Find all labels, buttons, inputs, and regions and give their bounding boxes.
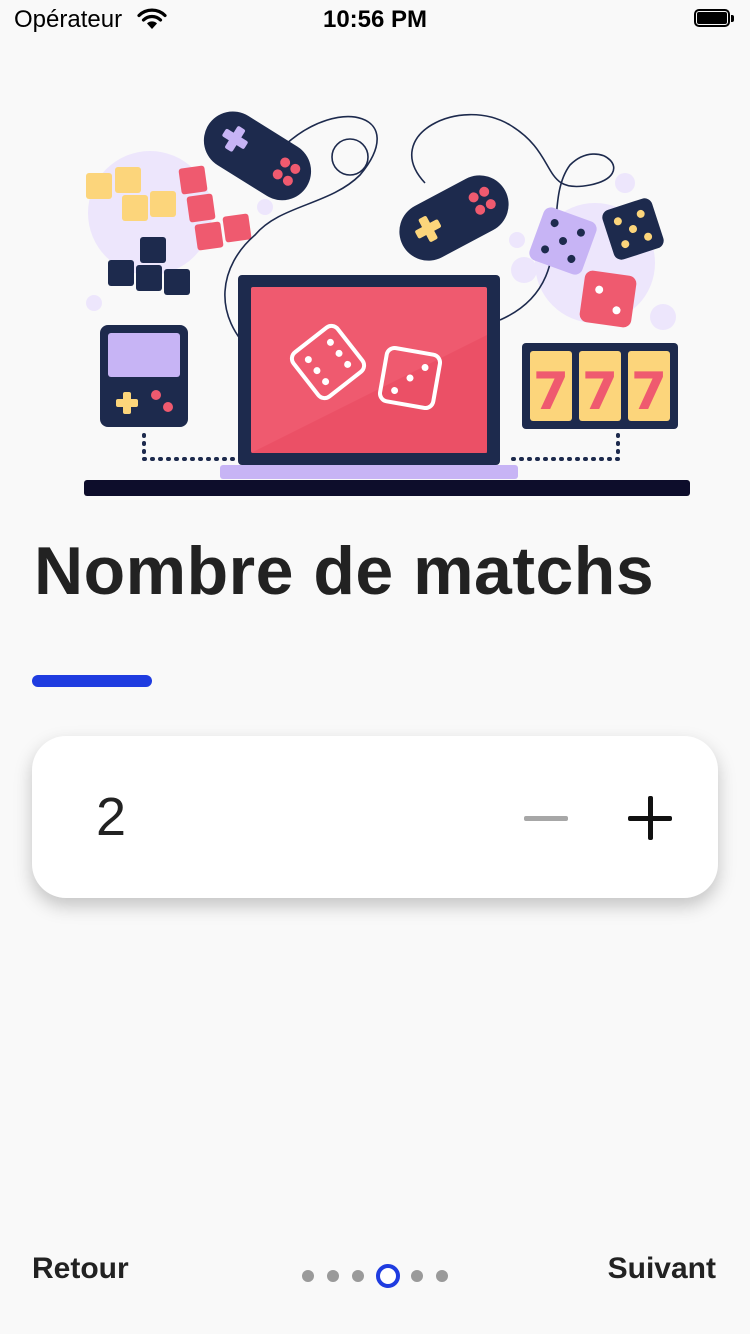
match-count-stepper: 2 — [32, 736, 718, 898]
page-dot[interactable] — [411, 1270, 423, 1282]
page-dot[interactable] — [436, 1270, 448, 1282]
next-button[interactable]: Suivant — [608, 1252, 716, 1286]
status-time: 10:56 PM — [322, 6, 428, 33]
game-controller-icon — [399, 175, 509, 261]
page-dot-active[interactable] — [376, 1264, 400, 1288]
game-controller-icon — [203, 111, 312, 201]
back-button[interactable]: Retour — [32, 1252, 129, 1286]
laptop-icon — [220, 275, 518, 479]
increment-button[interactable] — [616, 784, 684, 852]
dice-icon — [579, 270, 637, 328]
slot-digit-2: 7 — [582, 362, 618, 422]
minus-icon — [524, 816, 568, 821]
page-dot[interactable] — [327, 1270, 339, 1282]
battery-icon — [694, 9, 736, 29]
gaming-illustration: 7 7 7 — [84, 111, 690, 496]
slot-digit-1: 7 — [533, 362, 569, 422]
slot-machine-icon: 7 7 7 — [522, 343, 678, 429]
handheld-console-icon — [100, 325, 188, 427]
decrement-button[interactable] — [512, 784, 580, 852]
stepper-value: 2 — [96, 787, 127, 847]
slot-digit-3: 7 — [631, 362, 667, 422]
title-underline — [32, 675, 152, 687]
page-dot[interactable] — [302, 1270, 314, 1282]
page-title: Nombre de matchs — [34, 533, 655, 609]
status-bar: Opérateur 10:56 PM — [0, 0, 750, 40]
page-dot[interactable] — [352, 1270, 364, 1282]
